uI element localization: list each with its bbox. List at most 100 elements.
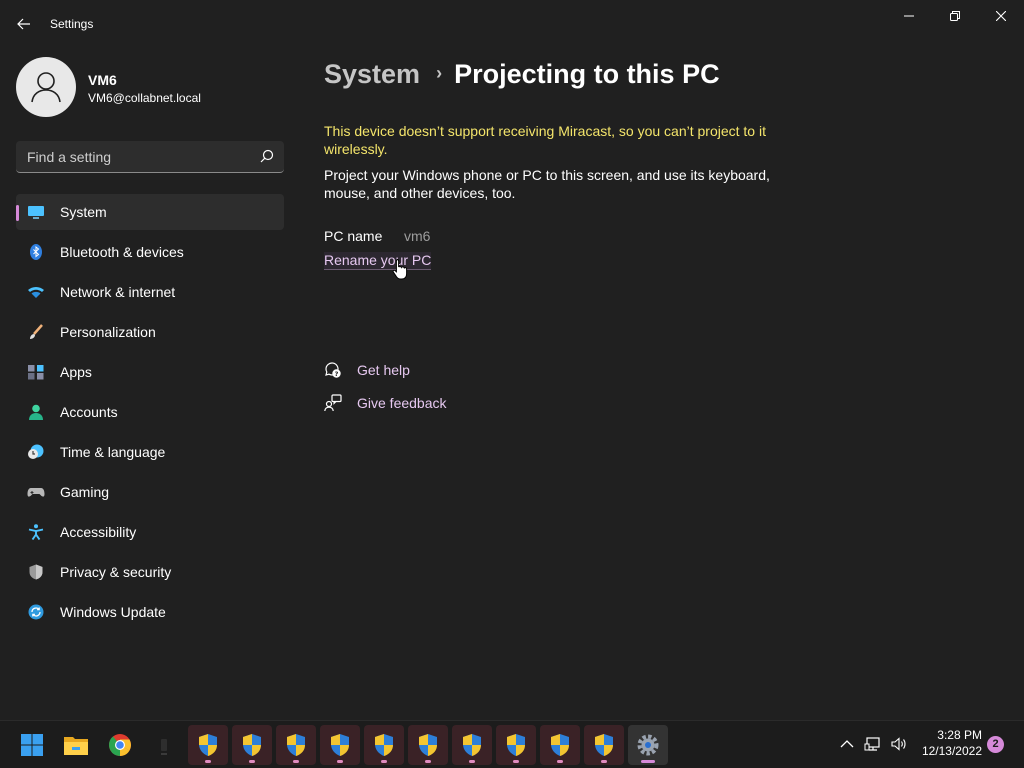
back-button[interactable] xyxy=(12,12,36,36)
sidebar-item-time-language[interactable]: Time & language xyxy=(16,434,284,470)
uac-shield-icon xyxy=(595,734,613,756)
sidebar-item-bluetooth[interactable]: Bluetooth & devices xyxy=(16,234,284,270)
uac-shield-icon xyxy=(375,734,393,756)
running-indicator xyxy=(425,760,431,763)
shield-icon xyxy=(29,564,43,580)
person-icon xyxy=(29,404,43,420)
sidebar-nav: System Bluetooth & devices Network & int… xyxy=(16,194,284,634)
sidebar-item-privacy-security[interactable]: Privacy & security xyxy=(16,554,284,590)
sidebar-item-label: Privacy & security xyxy=(60,564,172,580)
taskbar-uac-window[interactable] xyxy=(452,725,492,765)
taskbar-uac-window[interactable] xyxy=(364,725,404,765)
get-help-link[interactable]: ? Get help xyxy=(324,360,410,380)
apps-icon xyxy=(28,365,44,380)
taskbar-settings[interactable] xyxy=(628,725,668,765)
taskbar-uac-window[interactable] xyxy=(540,725,580,765)
svg-text:?: ? xyxy=(335,370,339,378)
notification-badge[interactable]: 2 xyxy=(987,736,1004,753)
user-name: VM6 xyxy=(88,72,117,88)
rename-pc-link[interactable]: Rename your PC xyxy=(324,252,432,270)
page-title: Projecting to this PC xyxy=(454,59,720,89)
clock-time: 3:28 PM xyxy=(937,728,982,742)
close-button[interactable] xyxy=(978,4,1024,28)
running-indicator xyxy=(337,760,343,763)
taskbar-chrome[interactable] xyxy=(100,725,140,765)
taskbar-uac-window[interactable] xyxy=(496,725,536,765)
sidebar-item-label: System xyxy=(60,204,107,220)
search-input[interactable] xyxy=(16,141,256,172)
uac-shield-icon xyxy=(507,734,525,756)
start-button[interactable] xyxy=(12,725,52,765)
start-icon xyxy=(21,734,43,756)
running-indicator xyxy=(205,760,211,763)
sidebar-item-label: Personalization xyxy=(60,324,156,340)
volume-icon[interactable] xyxy=(890,736,908,752)
taskbar-uac-window[interactable] xyxy=(408,725,448,765)
sidebar-item-accessibility[interactable]: Accessibility xyxy=(16,514,284,550)
blank-app-icon xyxy=(161,739,167,755)
sidebar-item-label: Gaming xyxy=(60,484,110,500)
sidebar-item-label: Network & internet xyxy=(60,284,176,300)
running-indicator xyxy=(557,760,563,763)
search-icon[interactable] xyxy=(260,149,274,163)
avatar[interactable] xyxy=(16,57,76,117)
uac-shield-icon xyxy=(331,734,349,756)
restore-icon xyxy=(950,11,960,21)
app-title: Settings xyxy=(50,17,94,31)
running-indicator xyxy=(249,760,255,763)
running-indicator xyxy=(469,760,475,763)
running-indicator xyxy=(293,760,299,763)
clock-date: 12/13/2022 xyxy=(921,744,982,758)
running-indicator xyxy=(381,760,387,763)
uac-shield-icon xyxy=(463,734,481,756)
sidebar-item-label: Accessibility xyxy=(60,524,137,540)
taskbar-uac-window[interactable] xyxy=(276,725,316,765)
search-box[interactable] xyxy=(16,141,284,173)
taskbar-uac-window[interactable] xyxy=(584,725,624,765)
restore-button[interactable] xyxy=(932,4,978,28)
sidebar-item-system[interactable]: System xyxy=(16,194,284,230)
accessibility-icon xyxy=(28,524,44,540)
sidebar-item-label: Bluetooth & devices xyxy=(60,244,184,260)
help-chat-icon: ? xyxy=(325,362,341,378)
update-icon xyxy=(28,604,44,620)
sidebar-item-label: Apps xyxy=(60,364,92,380)
give-feedback-link[interactable]: Give feedback xyxy=(324,393,447,413)
breadcrumb-parent-system[interactable]: System xyxy=(324,59,420,89)
minimize-icon xyxy=(904,15,914,17)
give-feedback-label: Give feedback xyxy=(357,395,447,411)
wifi-icon xyxy=(28,287,44,298)
uac-shield-icon xyxy=(243,734,261,756)
sidebar-item-network[interactable]: Network & internet xyxy=(16,274,284,310)
taskbar-file-explorer[interactable] xyxy=(56,725,96,765)
chevron-up-icon[interactable] xyxy=(838,736,856,752)
clock-globe-icon xyxy=(28,444,44,459)
taskbar-uac-window[interactable] xyxy=(320,725,360,765)
monitor-icon xyxy=(28,206,44,219)
uac-shield-icon xyxy=(199,734,217,756)
uac-shield-icon xyxy=(419,734,437,756)
chevron-right-icon: › xyxy=(436,63,443,83)
settings-gear-icon xyxy=(637,734,659,756)
uac-shield-icon xyxy=(287,734,305,756)
sidebar-item-personalization[interactable]: Personalization xyxy=(16,314,284,350)
paintbrush-icon xyxy=(30,324,43,339)
sidebar-item-gaming[interactable]: Gaming xyxy=(16,474,284,510)
feedback-icon xyxy=(324,394,342,412)
taskbar-uac-window[interactable] xyxy=(188,725,228,765)
sidebar-item-label: Time & language xyxy=(60,444,166,460)
miracast-warning: This device doesn’t support receiving Mi… xyxy=(324,123,766,157)
sidebar-item-label: Accounts xyxy=(60,404,118,420)
minimize-button[interactable] xyxy=(886,4,932,28)
taskbar-uac-window[interactable] xyxy=(232,725,272,765)
network-wired-icon[interactable] xyxy=(864,736,882,752)
uac-shield-icon xyxy=(551,734,569,756)
taskbar-unknown-app[interactable] xyxy=(144,725,184,765)
pc-name-label: PC name xyxy=(324,228,383,244)
sidebar-item-accounts[interactable]: Accounts xyxy=(16,394,284,430)
get-help-label: Get help xyxy=(357,362,410,378)
clock[interactable]: 3:28 PM 12/13/2022 xyxy=(914,727,982,759)
sidebar-item-apps[interactable]: Apps xyxy=(16,354,284,390)
sidebar-item-windows-update[interactable]: Windows Update xyxy=(16,594,284,630)
running-indicator xyxy=(641,760,655,763)
